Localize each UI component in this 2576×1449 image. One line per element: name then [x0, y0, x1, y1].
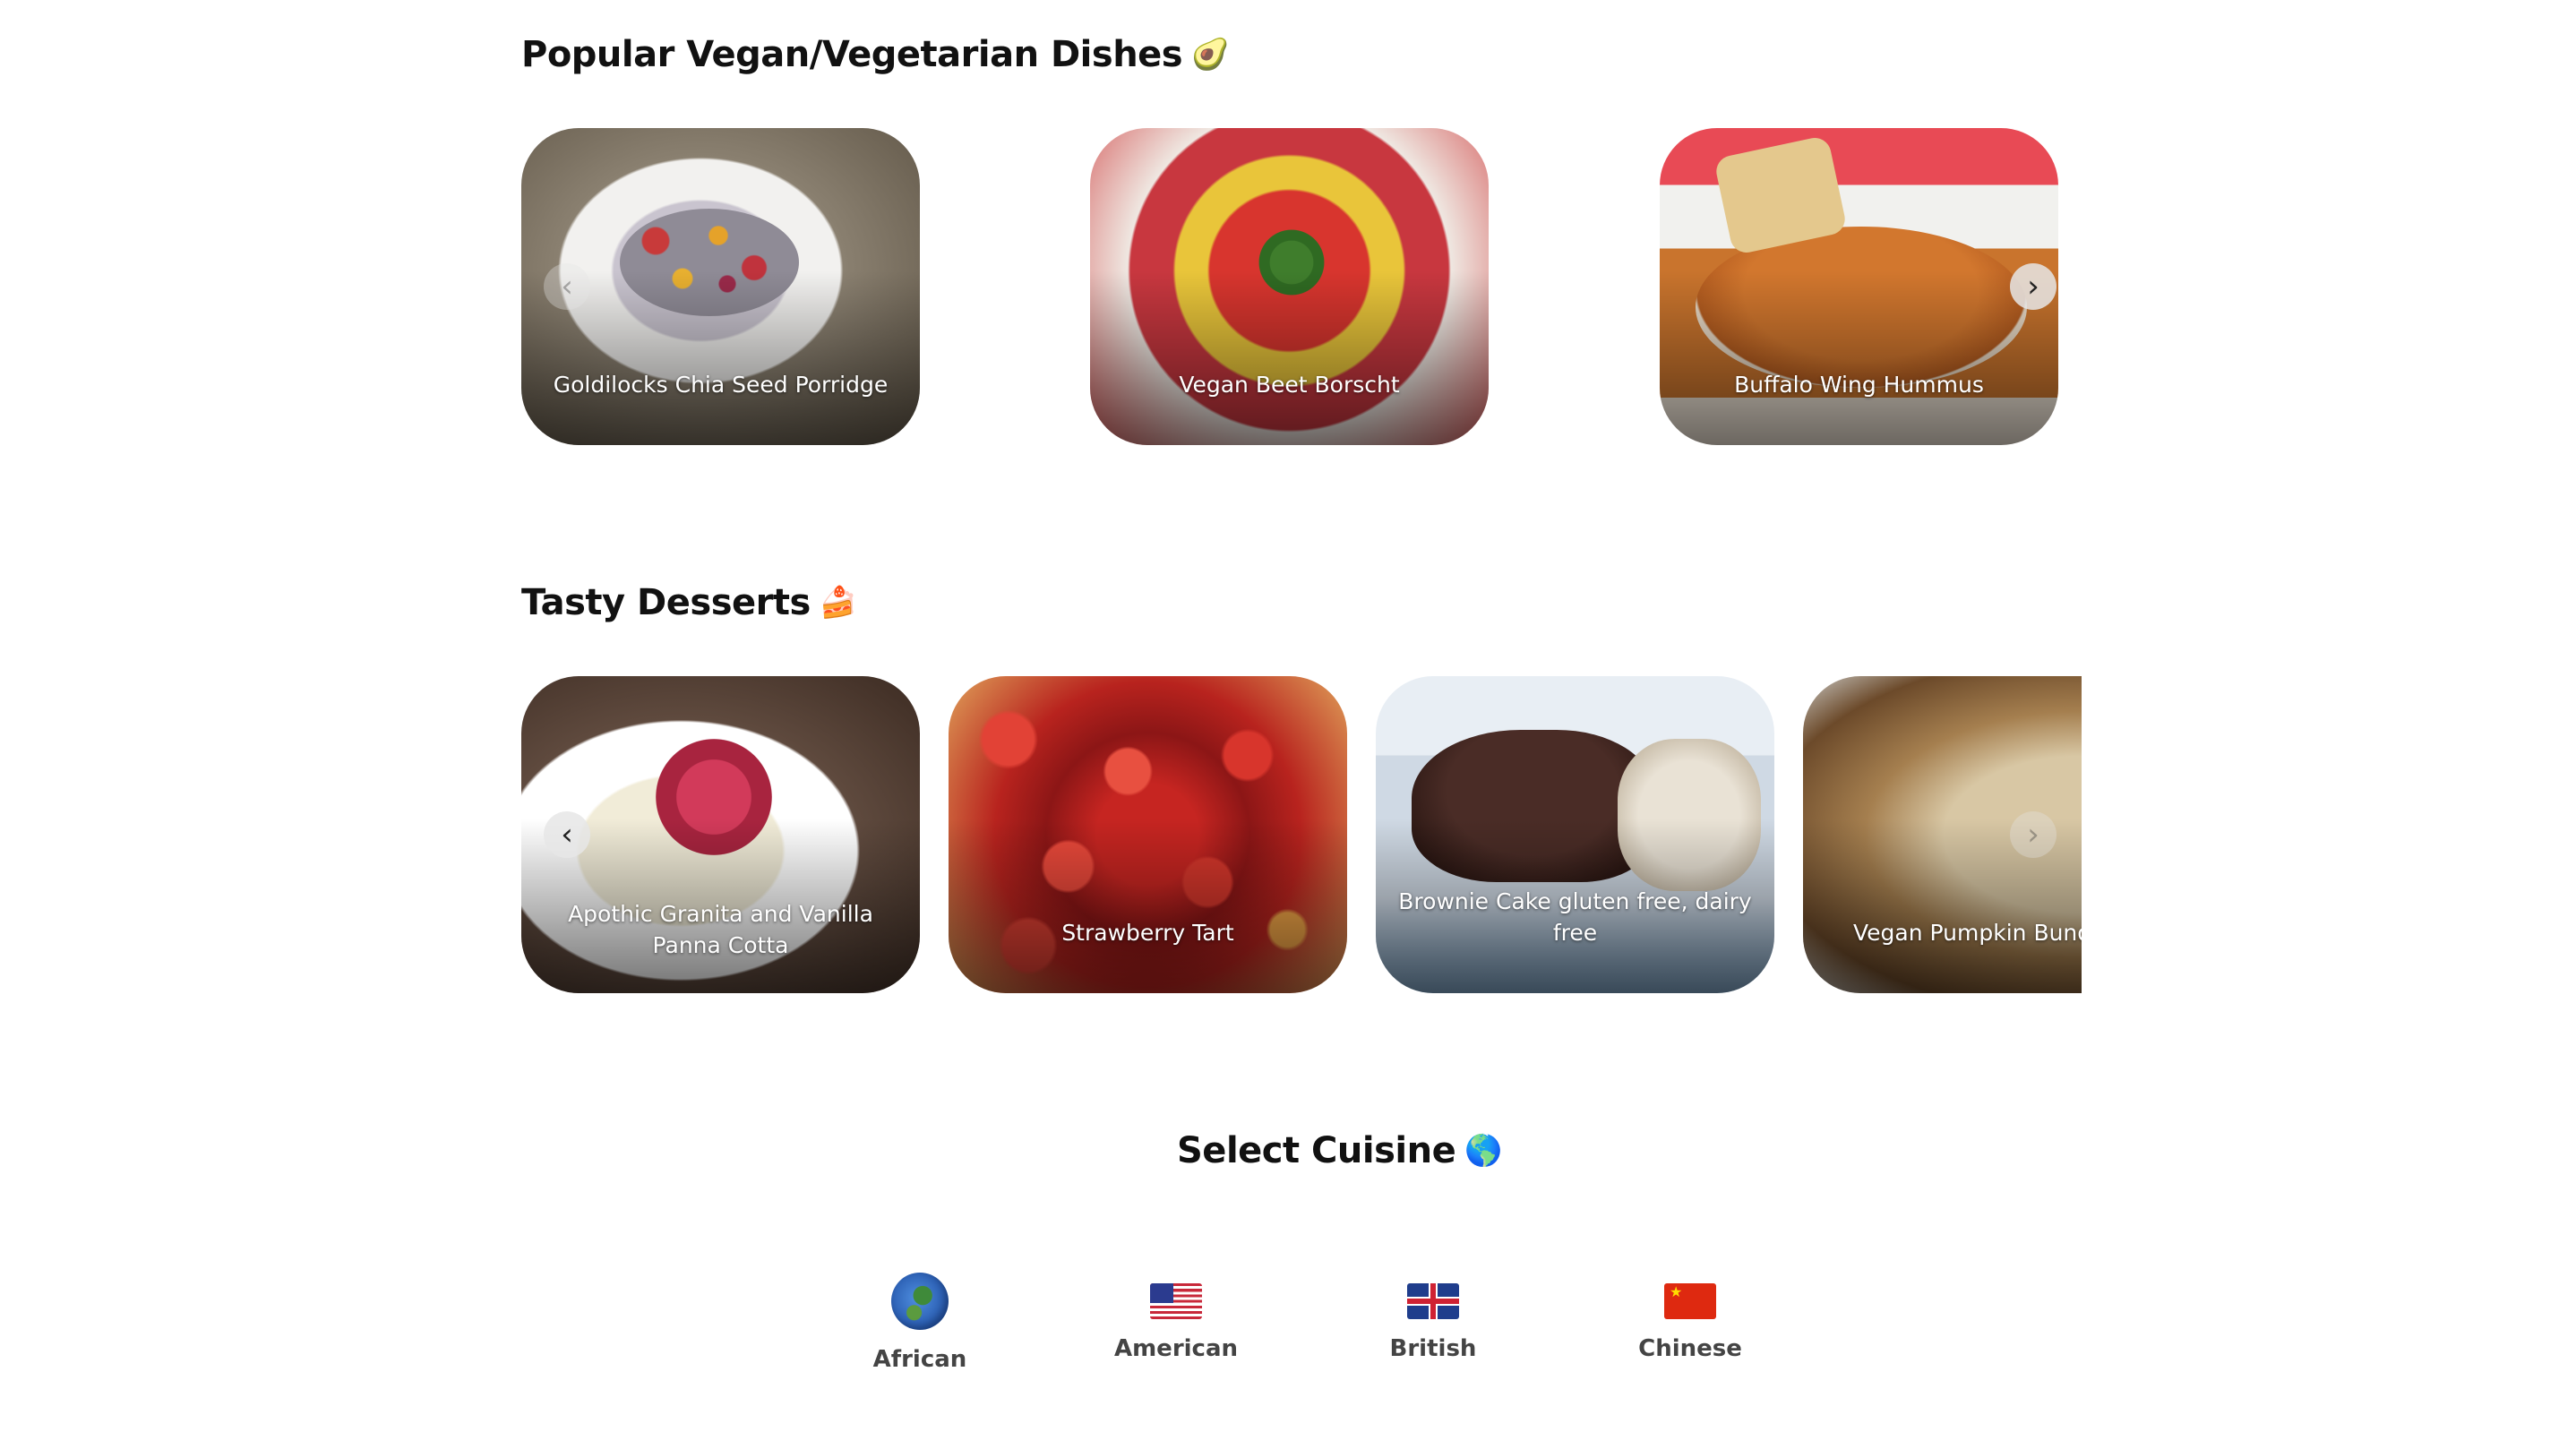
dessert-card-label: Vegan Pumpkin Bundt Cake: [1853, 920, 2082, 946]
cuisine-name: American: [1113, 1335, 1239, 1362]
china-flag-icon: [1664, 1283, 1716, 1319]
dessert-card-label: Apothic Granita and Vanilla Panna Cotta: [568, 901, 873, 958]
cuisine-name: Chinese: [1638, 1335, 1742, 1362]
desserts-title-text: Tasty Desserts: [521, 582, 811, 623]
cuisine-option-chinese[interactable]: Chinese: [1592, 1270, 1789, 1362]
chevron-right-icon: ›: [2027, 817, 2039, 853]
cuisine-option-african[interactable]: African: [821, 1270, 1018, 1373]
dish-card-label: Goldilocks Chia Seed Porridge: [553, 372, 889, 398]
uk-flag-icon: [1407, 1283, 1459, 1319]
carousel-next-button[interactable]: ›: [2010, 263, 2057, 310]
cuisine-name: African: [872, 1346, 967, 1373]
cuisine-section-title: Select Cuisine 🌎: [1177, 1130, 1503, 1171]
vegan-title-text: Popular Vegan/Vegetarian Dishes: [521, 34, 1183, 75]
vegan-carousel: Goldilocks Chia Seed Porridge Vegan Beet…: [521, 128, 2071, 445]
dessert-card[interactable]: Brownie Cake gluten free, dairy free: [1376, 676, 1774, 993]
desserts-section-title: Tasty Desserts 🍰: [521, 582, 857, 623]
dish-card-label: Buffalo Wing Hummus: [1734, 372, 1984, 398]
cuisine-option-american[interactable]: American: [1078, 1270, 1275, 1362]
dessert-card-label: Brownie Cake gluten free, dairy free: [1398, 888, 1752, 946]
carousel-next-button[interactable]: ›: [2010, 811, 2057, 858]
dessert-card[interactable]: Strawberry Tart: [949, 676, 1347, 993]
cake-icon: 🍰: [819, 585, 857, 621]
page: Popular Vegan/Vegetarian Dishes 🥑 Goldil…: [0, 0, 2576, 1449]
globe-americas-icon: 🌎: [1464, 1133, 1503, 1169]
dish-card[interactable]: Vegan Beet Borscht: [1090, 128, 1489, 445]
globe-africa-icon: [891, 1273, 949, 1330]
vegan-section-title: Popular Vegan/Vegetarian Dishes 🥑: [521, 34, 1229, 75]
chevron-right-icon: ›: [2027, 269, 2039, 304]
cuisine-option-british[interactable]: British: [1335, 1270, 1532, 1362]
dish-card[interactable]: Buffalo Wing Hummus: [1660, 128, 2058, 445]
cuisine-name: British: [1389, 1335, 1477, 1362]
dessert-card-label: Strawberry Tart: [1061, 920, 1234, 946]
cuisine-title-text: Select Cuisine: [1177, 1130, 1456, 1171]
chevron-left-icon: ‹: [561, 269, 573, 304]
carousel-prev-button[interactable]: ‹: [544, 263, 590, 310]
us-flag-icon: [1150, 1283, 1202, 1319]
avocado-icon: 🥑: [1191, 37, 1229, 73]
chevron-left-icon: ‹: [561, 817, 573, 853]
dish-card-label: Vegan Beet Borscht: [1179, 372, 1400, 398]
desserts-carousel: Apothic Granita and Vanilla Panna Cotta …: [521, 676, 2082, 993]
carousel-prev-button[interactable]: ‹: [544, 811, 590, 858]
